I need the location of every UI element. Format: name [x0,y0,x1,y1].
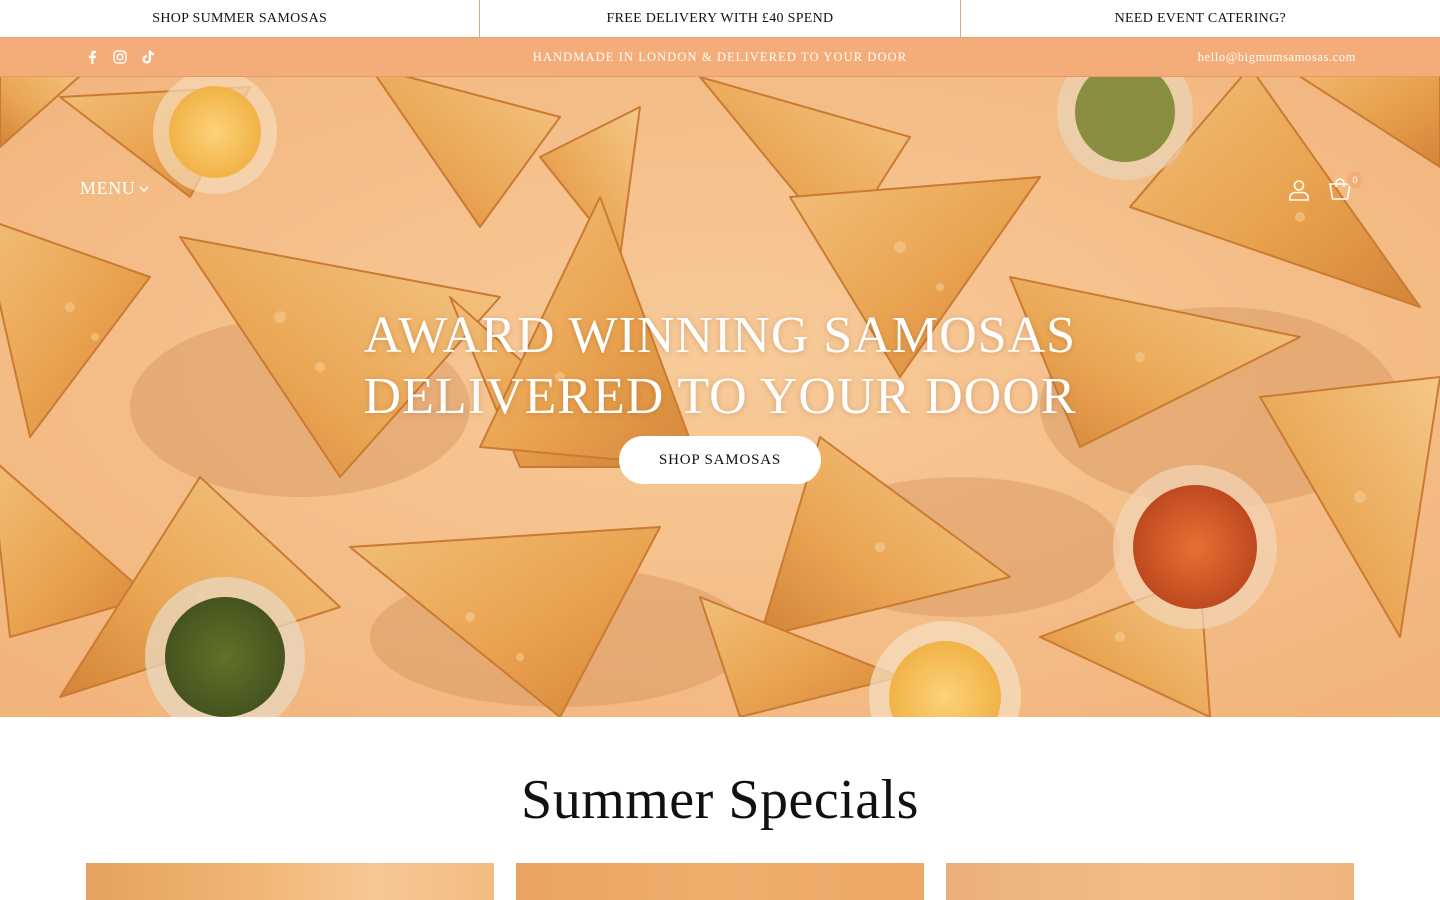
section-title-summer-specials: Summer Specials [521,769,919,831]
info-bar: HANDMADE IN LONDON & DELIVERED TO YOUR D… [0,38,1440,77]
instagram-icon[interactable] [112,49,128,65]
promo-free-delivery[interactable]: FREE DELIVERY WITH £40 SPEND [479,0,959,37]
product-card[interactable] [516,863,924,900]
product-card[interactable] [86,863,494,900]
product-card[interactable] [946,863,1354,900]
cart-count-badge: 0 [1347,172,1363,188]
facebook-icon[interactable] [84,49,100,65]
social-links [84,49,156,65]
menu-label: MENU [80,178,136,198]
chevron-down-icon [139,185,149,192]
contact-email-link[interactable]: hello@bigmumsamosas.com [1198,50,1356,65]
promo-strip: SHOP SUMMER SAMOSAS FREE DELIVERY WITH £… [0,0,1440,38]
promo-event-catering[interactable]: NEED EVENT CATERING? [959,0,1440,37]
promo-shop-summer-samosas[interactable]: SHOP SUMMER SAMOSAS [0,0,479,37]
tiktok-icon[interactable] [140,49,156,65]
account-icon[interactable] [1287,178,1311,202]
hero-title: AWARD WINNING SAMOSAS DELIVERED TO YOUR … [0,305,1440,427]
hero-banner: MENU 0 AWARD WINNING SAMOSAS DELIVERED T… [0,77,1440,717]
shop-samosas-button[interactable]: SHOP SAMOSAS [619,436,821,484]
hero-title-line1: AWARD WINNING SAMOSAS [363,307,1077,364]
hero-title-line2: DELIVERED TO YOUR DOOR [363,368,1077,425]
menu-button[interactable]: MENU [80,178,149,199]
